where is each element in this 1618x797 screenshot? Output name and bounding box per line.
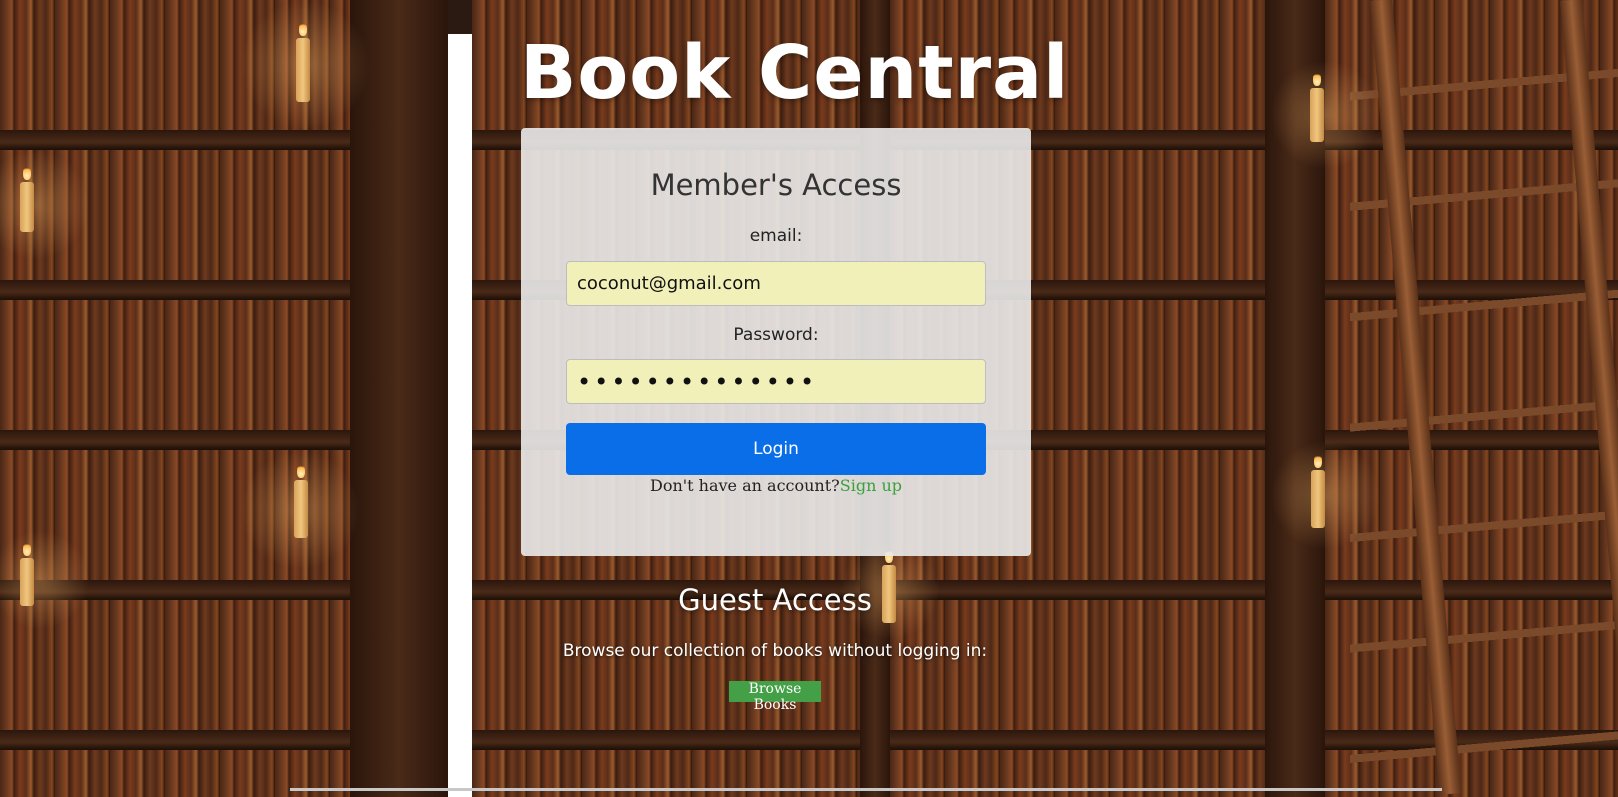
candle-icon <box>20 542 34 606</box>
candle-icon <box>294 464 308 538</box>
email-label: email: <box>749 226 803 246</box>
candle-icon <box>1311 454 1325 528</box>
password-label: Password: <box>733 325 819 345</box>
login-button[interactable]: Login <box>566 423 986 475</box>
guest-access-description: Browse our collection of books without l… <box>562 641 988 661</box>
library-ladder <box>1350 0 1618 797</box>
browse-books-button[interactable]: Browse Books <box>729 681 821 713</box>
member-access-panel: Member's Access email: Password: Login D… <box>521 128 1031 556</box>
white-strip <box>448 34 472 797</box>
site-title: Book Central <box>520 30 1070 116</box>
email-field[interactable] <box>566 261 986 306</box>
candle-glow <box>1270 60 1380 170</box>
candle-icon <box>296 22 310 102</box>
candle-icon <box>1310 72 1324 142</box>
candle-glow <box>1270 440 1380 550</box>
horizontal-scrollbar[interactable] <box>290 788 1442 791</box>
password-field[interactable] <box>566 359 986 404</box>
bookshelf-post <box>350 0 448 797</box>
member-access-title: Member's Access <box>650 168 902 202</box>
ladder-rail <box>1370 0 1462 795</box>
candle-icon <box>20 166 34 232</box>
guest-access-title: Guest Access <box>678 583 872 617</box>
ladder-rail <box>1560 0 1618 795</box>
no-account-text: Don't have an account? <box>649 476 840 495</box>
signup-link[interactable]: Sign up <box>840 476 902 495</box>
signup-prompt: Don't have an account?Sign up <box>521 476 1031 495</box>
